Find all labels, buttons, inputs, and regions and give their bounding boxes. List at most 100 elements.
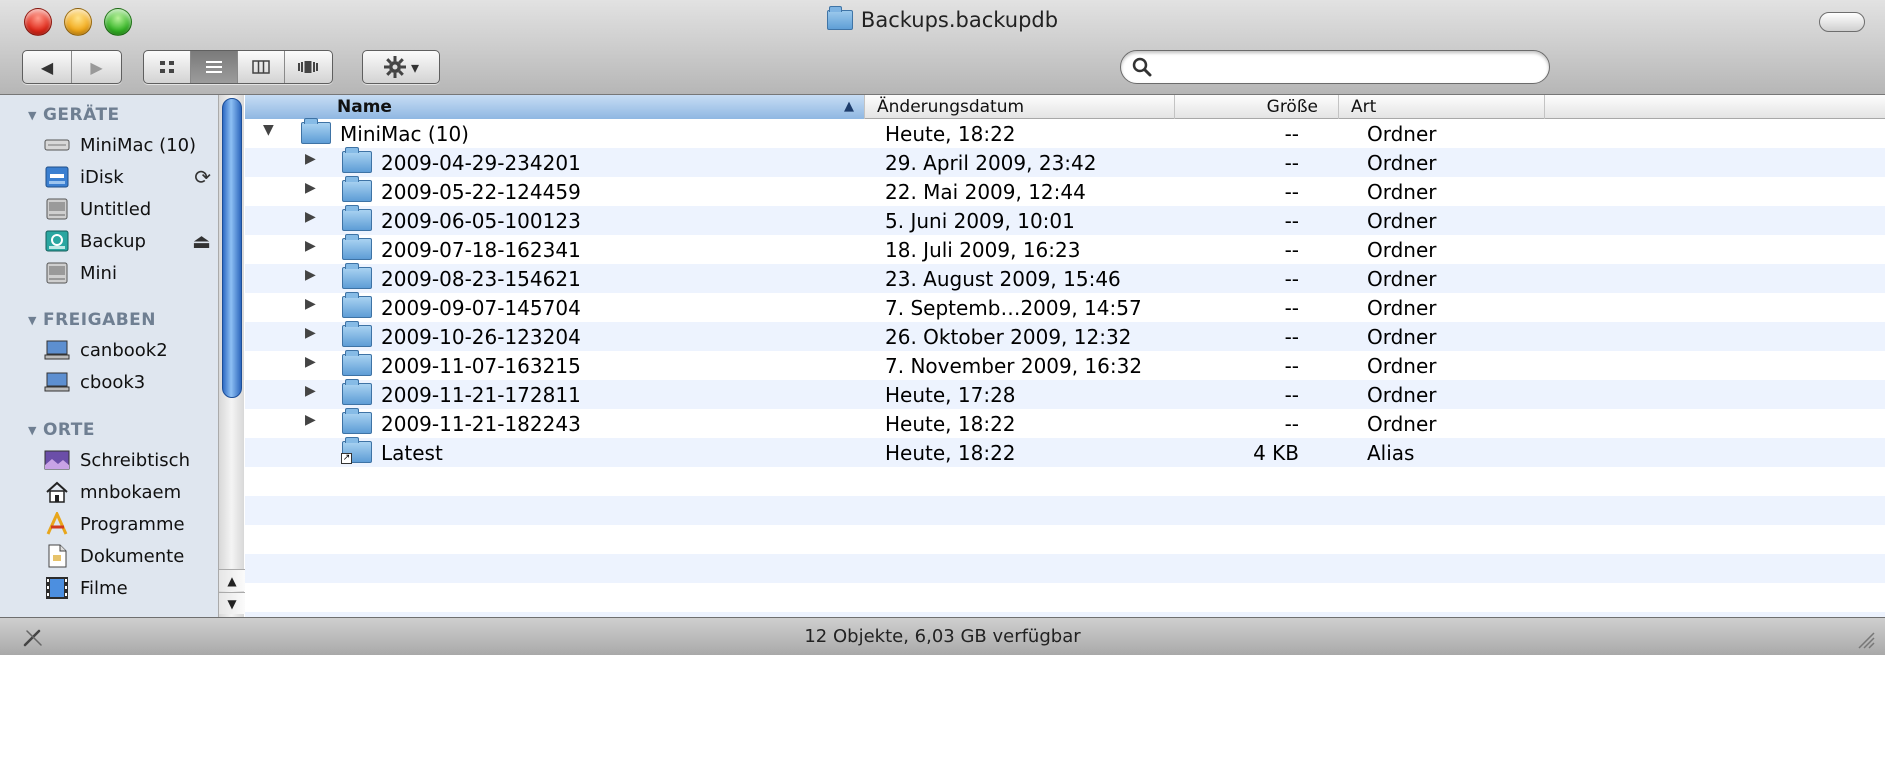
file-kind: Ordner: [1367, 209, 1437, 233]
sidebar-item-label: Backup: [80, 230, 146, 252]
sidebar-section-places[interactable]: ▼ ORTE: [28, 420, 95, 440]
column-view-button[interactable]: [238, 51, 285, 83]
sidebar-item-mini[interactable]: Mini: [44, 258, 219, 288]
icon-view-button[interactable]: [144, 51, 191, 83]
sidebar-item-label: cbook3: [80, 371, 146, 393]
eject-icon[interactable]: ⏏: [192, 229, 211, 253]
disclosure-collapsed-icon[interactable]: ▶: [305, 180, 316, 196]
folder-icon: [342, 292, 372, 318]
sidebar-item-minimac[interactable]: MiniMac (10): [44, 130, 219, 160]
sidebar-item-filme[interactable]: Filme: [44, 573, 219, 603]
tools-icon[interactable]: [22, 626, 44, 648]
table-row[interactable]: ▶ 2009-10-26-123204 26. Oktober 2009, 12…: [245, 321, 1885, 351]
file-size: --: [1284, 412, 1299, 436]
sidebar-item-schreibtisch[interactable]: Schreibtisch: [44, 445, 219, 475]
sidebar-item-dokumente[interactable]: Dokumente: [44, 541, 219, 571]
column-header-kind[interactable]: Art: [1339, 95, 1545, 119]
sync-icon[interactable]: ⟳: [194, 165, 211, 189]
back-button[interactable]: ◀: [23, 51, 73, 83]
disclosure-collapsed-icon[interactable]: ▶: [305, 412, 316, 428]
sidebar-item-label: Dokumente: [80, 545, 185, 567]
toolbar-toggle-button[interactable]: [1819, 12, 1865, 32]
file-date: 7. Septemb…2009, 14:57: [885, 296, 1142, 320]
sidebar-item-untitled[interactable]: Untitled: [44, 194, 219, 224]
action-menu-button[interactable]: ▾: [363, 51, 439, 83]
disclosure-collapsed-icon[interactable]: ▶: [305, 325, 316, 341]
column-label: Größe: [1266, 97, 1318, 117]
sidebar-scrollbar[interactable]: ▲ ▼: [218, 95, 245, 617]
sidebar-item-programme[interactable]: Programme: [44, 509, 219, 539]
file-size: 4 KB: [1253, 441, 1299, 465]
sidebar-section-devices[interactable]: ▼ GERÄTE: [28, 105, 120, 125]
window-title-bar: Backups.backupdb: [0, 6, 1885, 35]
disclosure-triangle-icon: ▼: [28, 313, 37, 327]
table-row[interactable]: ▼ MiniMac (10) Heute, 18:22 -- Ordner: [245, 118, 1885, 148]
resize-grip-icon[interactable]: [1855, 629, 1875, 649]
file-date: 7. November 2009, 16:32: [885, 354, 1143, 378]
folder-icon: [342, 321, 372, 347]
file-size: --: [1284, 180, 1299, 204]
disclosure-collapsed-icon[interactable]: ▶: [305, 354, 316, 370]
forward-button[interactable]: ▶: [72, 51, 121, 83]
icon-view-icon: [160, 61, 174, 73]
table-row[interactable]: ↗ Latest Heute, 18:22 4 KB Alias: [245, 437, 1885, 467]
sidebar-item-home[interactable]: mnbokaem: [44, 477, 219, 507]
disclosure-expanded-icon[interactable]: ▼: [263, 122, 274, 138]
navigation-buttons: ◀ ▶: [22, 50, 122, 84]
action-menu: ▾: [362, 50, 440, 84]
table-row[interactable]: ▶ 2009-09-07-145704 7. Septemb…2009, 14:…: [245, 292, 1885, 322]
scroll-up-icon[interactable]: ▲: [219, 569, 245, 591]
sidebar-item-canbook2[interactable]: canbook2: [44, 335, 219, 365]
file-size: --: [1284, 383, 1299, 407]
search-field[interactable]: [1120, 50, 1550, 84]
file-kind: Ordner: [1367, 238, 1437, 262]
sidebar-scroll-thumb[interactable]: [222, 98, 242, 398]
table-row[interactable]: ▶ 2009-11-21-182243 Heute, 18:22 -- Ordn…: [245, 408, 1885, 438]
minimize-button[interactable]: [64, 8, 92, 36]
list-view-button[interactable]: [191, 51, 238, 83]
disclosure-triangle-icon: ▼: [28, 108, 37, 122]
disclosure-collapsed-icon[interactable]: ▶: [305, 267, 316, 283]
column-header-size[interactable]: Größe: [1175, 95, 1339, 119]
file-name: 2009-11-21-172811: [381, 383, 581, 407]
sidebar-section-shares[interactable]: ▼ FREIGABEN: [28, 310, 156, 330]
search-input[interactable]: [1159, 56, 1549, 78]
empty-row: [245, 583, 1885, 612]
table-row[interactable]: ▶ 2009-11-07-163215 7. November 2009, 16…: [245, 350, 1885, 380]
column-header-date[interactable]: Änderungsdatum: [865, 95, 1175, 119]
column-header-name[interactable]: Name ▲: [245, 95, 865, 119]
sidebar-item-idisk[interactable]: iDisk ⟳: [44, 162, 219, 192]
file-name: 2009-06-05-100123: [381, 209, 581, 233]
table-row[interactable]: ▶ 2009-07-18-162341 18. Juli 2009, 16:23…: [245, 234, 1885, 264]
zoom-button[interactable]: [104, 8, 132, 36]
disclosure-collapsed-icon[interactable]: ▶: [305, 209, 316, 225]
table-row[interactable]: ▶ 2009-06-05-100123 5. Juni 2009, 10:01 …: [245, 205, 1885, 235]
sidebar-item-label: iDisk: [80, 166, 124, 188]
file-kind: Ordner: [1367, 412, 1437, 436]
sidebar-item-label: Mini: [80, 262, 117, 284]
table-row[interactable]: ▶ 2009-04-29-234201 29. April 2009, 23:4…: [245, 147, 1885, 177]
file-name: 2009-10-26-123204: [381, 325, 581, 349]
sidebar-item-backup[interactable]: Backup ⏏: [44, 226, 219, 256]
cover-flow-view-button[interactable]: [285, 51, 332, 83]
disclosure-collapsed-icon[interactable]: ▶: [305, 383, 316, 399]
file-date: Heute, 18:22: [885, 122, 1016, 146]
table-row[interactable]: ▶ 2009-11-21-172811 Heute, 17:28 -- Ordn…: [245, 379, 1885, 409]
file-size: --: [1284, 296, 1299, 320]
alias-folder-icon: ↗: [341, 437, 372, 464]
computer-icon: [44, 370, 70, 394]
disclosure-collapsed-icon[interactable]: ▶: [305, 296, 316, 312]
folder-icon: [342, 205, 372, 231]
traffic-lights: [24, 8, 132, 36]
disclosure-collapsed-icon[interactable]: ▶: [305, 151, 316, 167]
applications-icon: [44, 512, 70, 536]
table-row[interactable]: ▶ 2009-05-22-124459 22. Mai 2009, 12:44 …: [245, 176, 1885, 206]
empty-row: [245, 467, 1885, 496]
disclosure-collapsed-icon[interactable]: ▶: [305, 238, 316, 254]
table-row[interactable]: ▶ 2009-08-23-154621 23. August 2009, 15:…: [245, 263, 1885, 293]
scroll-down-icon[interactable]: ▼: [219, 592, 245, 614]
sidebar-item-cbook3[interactable]: cbook3: [44, 367, 219, 397]
close-button[interactable]: [24, 8, 52, 36]
gear-icon: [383, 56, 406, 78]
background-area: [0, 655, 1885, 784]
